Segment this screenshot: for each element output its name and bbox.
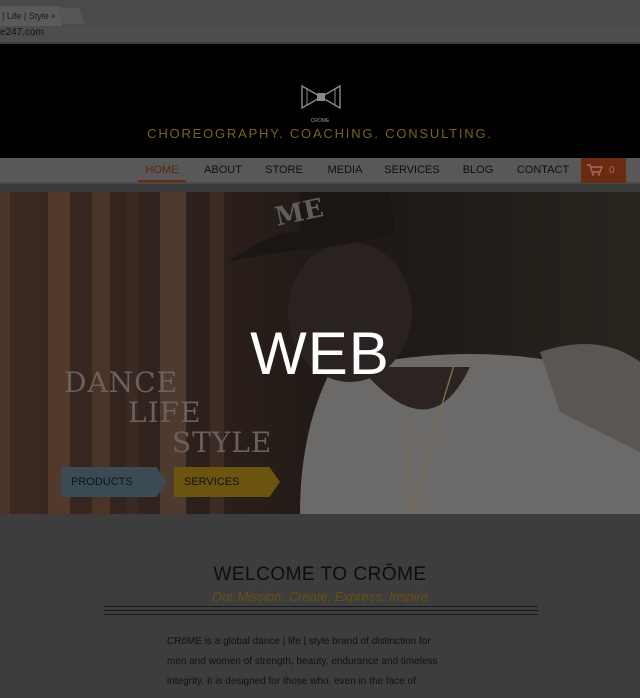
- hero-banner: ME DANCE LIFE STYLE PRODUCTS SERVICES WE…: [0, 192, 640, 514]
- address-bar[interactable]: e247.com: [0, 26, 640, 42]
- welcome-section: WELCOME TO CRŌME Our Mission: Create, Ex…: [0, 514, 640, 698]
- nav-about[interactable]: ABOUT: [200, 158, 246, 182]
- body-line: integrity. It is designed for those who,…: [167, 676, 416, 687]
- divider: [104, 614, 538, 615]
- nav-services[interactable]: SERVICES: [384, 158, 440, 182]
- browser-tab[interactable]: | Life | Style ×: [0, 6, 62, 26]
- browser-tab-bar: | Life | Style ×: [0, 0, 640, 26]
- hero-line-life: LIFE: [128, 396, 202, 429]
- body-line: CRōME is a global dance | life | style b…: [167, 636, 431, 647]
- body-line: men and women of strength, beauty, endur…: [167, 656, 438, 667]
- welcome-body: CRōME is a global dance | life | style b…: [167, 632, 467, 692]
- nav-contact[interactable]: CONTACT: [514, 158, 572, 182]
- url-text: e247.com: [0, 27, 44, 38]
- crome-logo-icon[interactable]: [299, 82, 343, 112]
- nav-store[interactable]: STORE: [262, 158, 306, 182]
- cart-button[interactable]: 0: [581, 158, 626, 183]
- cart-count: 0: [609, 165, 615, 176]
- divider: [104, 606, 538, 607]
- nav-blog[interactable]: BLOG: [456, 158, 500, 182]
- main-nav: HOME ABOUT STORE MEDIA SERVICES BLOG CON…: [0, 158, 640, 184]
- cart-icon: [587, 164, 603, 176]
- site-header: CRŌME CHOREOGRAPHY. COACHING. CONSULTING…: [0, 44, 640, 158]
- close-icon[interactable]: ×: [51, 6, 56, 26]
- nav-home[interactable]: HOME: [138, 158, 186, 182]
- overlay-title: WEB: [250, 320, 390, 387]
- services-button[interactable]: SERVICES: [174, 467, 280, 497]
- new-tab-button[interactable]: [57, 8, 85, 24]
- tab-title: | Life | Style: [2, 11, 49, 21]
- nav-media[interactable]: MEDIA: [322, 158, 368, 182]
- divider: [104, 610, 538, 611]
- logo-text: CRŌME: [310, 118, 330, 124]
- welcome-title: WELCOME TO CRŌME: [213, 564, 427, 585]
- mission-statement: Our Mission: Create, Express, Inspire: [211, 589, 429, 604]
- hero-line-style: STYLE: [172, 426, 273, 459]
- tagline: CHOREOGRAPHY. COACHING. CONSULTING.: [147, 126, 493, 141]
- products-button[interactable]: PRODUCTS: [61, 467, 167, 497]
